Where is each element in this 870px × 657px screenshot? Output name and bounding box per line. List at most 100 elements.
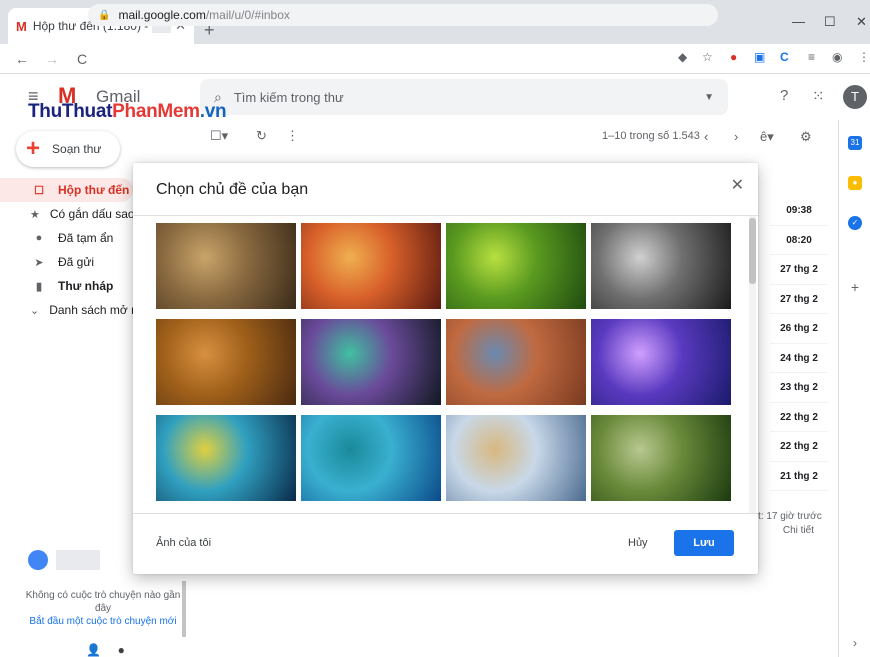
clock-icon: ●	[35, 232, 43, 244]
list-item-time: 27 thg 2	[770, 255, 828, 285]
pagination-info: 1–10 trong số 1.543	[602, 130, 700, 142]
theme-thumbnail-river-canyon-theme[interactable]	[446, 319, 586, 405]
gmail-favicon-icon: M	[16, 18, 27, 34]
sidebar-item-snoozed[interactable]: ● Đã tạm ẩn	[0, 226, 133, 250]
compose-button[interactable]: + Soạn thư	[16, 131, 120, 167]
extension-icon[interactable]: ◆	[678, 50, 687, 64]
sidebar-item-label: Đã tạm ẩn	[58, 231, 114, 245]
theme-thumbnail-canyon-theme[interactable]	[301, 223, 441, 309]
theme-thumbnail-lake-theme[interactable]	[301, 415, 441, 501]
last-activity-text: t: 17 giờ trước	[758, 511, 822, 522]
minimize-icon[interactable]: —	[792, 14, 805, 29]
extension-new-icon[interactable]: ▣	[754, 50, 765, 64]
search-bar[interactable]: ⌕ Tìm kiếm trong thư ▼	[200, 79, 728, 115]
keep-icon[interactable]: ●	[848, 176, 862, 190]
inbox-time-column: 09:38 08:20 27 thg 2 27 thg 2 26 thg 2 2…	[770, 196, 828, 491]
theme-dialog: Chọn chủ đề của bạn ✕ Ảnh của tôi Hủy Lư…	[133, 163, 758, 574]
close-icon[interactable]: ✕	[731, 175, 744, 195]
sidebar-item-more[interactable]: ⌄ Danh sách mở rộng	[0, 298, 133, 322]
user-avatar-icon	[28, 550, 48, 570]
theme-thumbnail-caterpillar-theme[interactable]	[446, 223, 586, 309]
back-icon[interactable]: ←	[14, 51, 30, 67]
input-tools-icon[interactable]: ê▾	[760, 129, 774, 145]
list-item-time: 27 thg 2	[770, 285, 828, 314]
expand-panel-icon[interactable]: ›	[848, 636, 862, 650]
help-icon[interactable]: ?	[780, 87, 788, 104]
inbox-icon: ☐	[34, 184, 44, 197]
side-panel: 31 ● ✓ + ›	[838, 120, 870, 657]
profile-icon[interactable]: ◉	[832, 50, 842, 64]
start-chat-link[interactable]: Bắt đầu một cuộc trò chuyện mới	[24, 615, 182, 628]
send-icon: ➤	[34, 256, 44, 269]
list-item-time: 23 thg 2	[770, 373, 828, 403]
forward-icon[interactable]: →	[44, 51, 60, 67]
get-addons-icon[interactable]: +	[848, 280, 862, 294]
hangouts-user[interactable]	[28, 550, 100, 570]
dialog-scrollbar-thumb[interactable]	[749, 218, 756, 284]
sidebar-nav: ☐ Hộp thư đến ★ Có gắn dấu sao ● Đã tạm …	[0, 178, 133, 322]
cancel-button[interactable]: Hủy	[628, 537, 648, 549]
theme-thumbnail-beach-theme[interactable]	[446, 415, 586, 501]
tasks-icon[interactable]: ✓	[848, 216, 862, 230]
extension-c-icon[interactable]: C	[780, 50, 789, 64]
details-link[interactable]: Chi tiết	[758, 524, 814, 538]
calendar-icon[interactable]: 31	[848, 136, 862, 150]
list-item-time: 22 thg 2	[770, 403, 828, 432]
theme-thumbnail-pipes-theme[interactable]	[591, 223, 731, 309]
refresh-icon[interactable]: ↻	[256, 128, 267, 144]
compose-plus-icon: +	[26, 135, 41, 162]
select-all-checkbox[interactable]: ☐▾	[210, 128, 228, 144]
sidebar-item-drafts[interactable]: ▮ Thư nháp	[0, 274, 133, 298]
sidebar-item-label: Thư nháp	[58, 279, 114, 293]
url-path: /mail/u/0/#inbox	[205, 8, 290, 22]
maximize-icon[interactable]: ☐	[824, 14, 836, 30]
list-item-time: 26 thg 2	[770, 314, 828, 344]
theme-thumbnail-rainbow-theme[interactable]	[156, 415, 296, 501]
divider	[133, 215, 758, 216]
theme-grid	[156, 223, 736, 503]
divider	[133, 513, 758, 514]
sidebar-item-label: Đã gửi	[58, 255, 95, 269]
list-item-time: 09:38	[770, 196, 828, 226]
star-icon: ★	[30, 208, 40, 221]
reload-icon[interactable]: C	[74, 51, 90, 67]
theme-thumbnail-bokeh-theme[interactable]	[301, 319, 441, 405]
browser-menu-icon[interactable]: ⋮	[858, 50, 870, 64]
window-close-icon[interactable]: ✕	[856, 14, 867, 30]
sidebar-item-label: Có gắn dấu sao	[49, 207, 133, 221]
hangouts-chat-icon[interactable]: ●	[118, 643, 125, 657]
url-field[interactable]: 🔒 mail.google.com/mail/u/0/#inbox	[88, 4, 718, 26]
account-avatar[interactable]: T	[843, 85, 867, 109]
more-actions-icon[interactable]: ⋮	[286, 128, 299, 144]
bookmark-star-icon[interactable]: ☆	[702, 50, 713, 64]
list-item-time: 22 thg 2	[770, 432, 828, 462]
adblock-icon[interactable]: ●	[730, 50, 737, 64]
sidebar-item-starred[interactable]: ★ Có gắn dấu sao	[0, 202, 133, 226]
prev-page-icon[interactable]: ‹	[704, 129, 708, 144]
theme-thumbnail-forest-theme[interactable]	[591, 415, 731, 501]
save-button[interactable]: Lưu	[674, 530, 734, 556]
contacts-icon[interactable]: 👤	[86, 643, 101, 657]
reading-list-icon[interactable]: ≡	[808, 50, 815, 64]
next-page-icon[interactable]: ›	[734, 129, 738, 144]
hangouts-panel: Không có cuộc trò chuyện nào gần đây Bắt…	[24, 581, 186, 637]
my-photos-link[interactable]: Ảnh của tôi	[156, 537, 211, 549]
dialog-title: Chọn chủ đề của bạn	[156, 181, 309, 198]
address-bar-row: ← → C	[0, 44, 870, 74]
sidebar-item-inbox[interactable]: ☐ Hộp thư đến	[0, 178, 133, 202]
compose-label: Soạn thư	[52, 142, 102, 156]
theme-thumbnail-jellyfish-theme[interactable]	[591, 319, 731, 405]
sidebar-item-sent[interactable]: ➤ Đã gửi	[0, 250, 133, 274]
url-host: mail.google.com	[118, 8, 206, 22]
redacted-username	[56, 550, 100, 570]
search-input[interactable]: Tìm kiếm trong thư	[234, 90, 704, 105]
theme-thumbnail-leaves-theme[interactable]	[156, 319, 296, 405]
apps-grid-icon[interactable]: ⁙	[812, 87, 825, 105]
draft-icon: ▮	[35, 280, 43, 293]
theme-thumbnail-chess-theme[interactable]	[156, 223, 296, 309]
lock-icon: 🔒	[98, 9, 111, 21]
search-options-icon[interactable]: ▼	[704, 92, 714, 103]
settings-gear-icon[interactable]: ⚙	[800, 129, 812, 145]
hangouts-empty-text: Không có cuộc trò chuyện nào gần đây	[25, 590, 181, 614]
list-item-time: 24 thg 2	[770, 344, 828, 373]
